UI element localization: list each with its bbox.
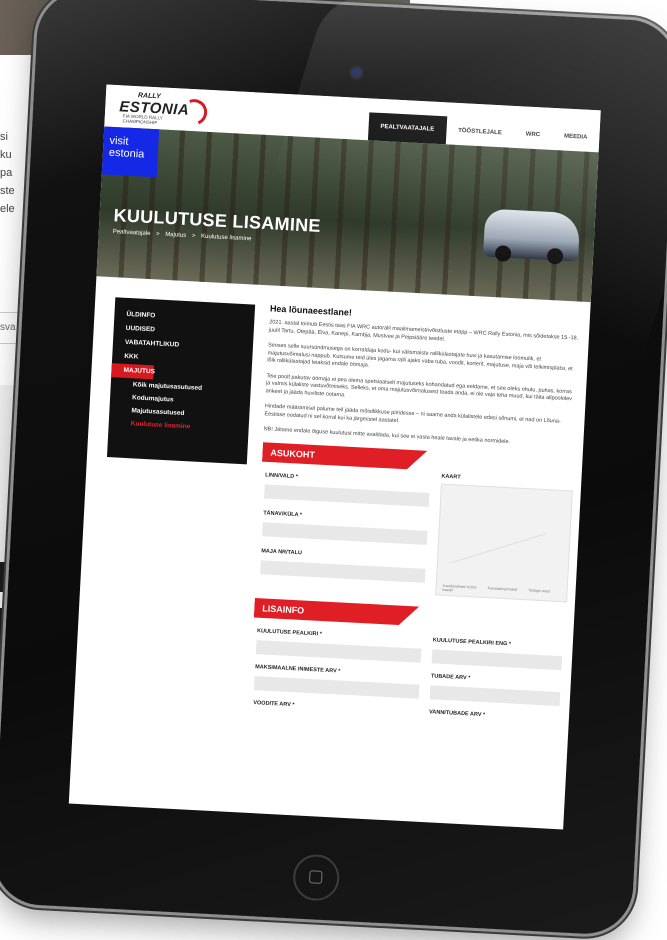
breadcrumb-separator: > [191,233,196,240]
sidebar: ÜLDINFO UUDISED VABATAHTLIKUD KKK MAJUTU… [106,297,256,465]
visit-badge-line: estonia [108,146,145,161]
background-text-line: ele [0,203,15,215]
linn-input[interactable] [264,483,430,507]
background-text-line: ste [0,185,15,197]
pealkiri-input[interactable] [255,639,422,663]
map-road [450,532,547,563]
maja-input[interactable] [260,559,426,583]
home-square-icon [308,870,323,884]
tablet-device: RALLY ESTONIA FIA WORLD RALLY CHAMPIONSH… [0,0,667,937]
background-text-line: pa [0,167,13,179]
map-widget[interactable]: Kaardiandmed ©2021 Kasutustingimused Tea… [435,483,573,602]
background-text-line: si [0,131,8,143]
nav-meedia[interactable]: MEEDIA [551,122,600,152]
tubade-label: TUBADE ARV * [430,672,471,681]
map-terms-link[interactable]: Kasutustingimused [488,586,518,592]
breadcrumb-link[interactable]: Majutus [165,232,186,239]
tanav-input[interactable] [262,521,428,545]
breadcrumb-link[interactable]: Pealtvaatajale [113,229,151,237]
tubade-input[interactable] [429,684,561,706]
tanav-label: TÄNAV/KÜLA * [263,509,303,518]
vannitubade-label: VANNITUBADE ARV * [428,708,486,718]
kaart-label: KAART [441,473,461,481]
nav-pealtvaatajale[interactable]: PEALTVAATAJALE [367,112,447,145]
maja-label: MAJA NR/TALU [261,547,303,556]
voodite-label: VOODITE ARV * [253,699,295,708]
nav-wrc[interactable]: WRC [513,120,553,150]
asukoht-form: LINN/VALD * TÄNAV/KÜLA * MAJA NR/TALU KA… [255,462,573,608]
breadcrumb-current: Kuulutuse lisamine [200,233,252,243]
tablet-screen: RALLY ESTONIA FIA WORLD RALLY CHAMPIONSH… [68,84,601,830]
pealkiri-eng-input[interactable] [431,648,563,670]
main-content: Hea lõunaeestlane! 2021. aastal toimub E… [249,303,580,733]
lisainfo-form: KUULUTUSE PEALKIRI * KUULUTUSE PEALKIRI … [249,617,564,733]
pealkiri-eng-label: KUULUTUSE PEALKIRI ENG * [432,636,512,647]
map-footer: Kaardiandmed ©2021 Kasutustingimused Tea… [442,583,566,597]
rally-estonia-logo[interactable]: RALLY ESTONIA FIA WORLD RALLY CHAMPIONSH… [119,91,212,130]
home-button[interactable] [292,853,341,902]
pealkiri-label: KUULUTUSE PEALKIRI * [256,627,322,638]
visit-estonia-badge[interactable]: visit estonia [101,126,160,178]
camera-icon [351,67,362,78]
inimesi-input[interactable] [254,675,420,699]
hero-banner: visit estonia KUULUTUSE LISAMINE Pealtva… [96,126,599,303]
background-text: si ku pa ste ele [0,128,30,218]
background-text-line: ku [0,149,12,161]
nav-toostlejale[interactable]: TÖÖSTLEJALE [445,116,514,148]
breadcrumb-separator: > [155,231,160,238]
rally-car-image [482,208,581,262]
inimesi-label: MAKSIMAALNE INIMESTE ARV * [255,663,341,675]
linn-label: LINN/VALD * [265,471,298,480]
